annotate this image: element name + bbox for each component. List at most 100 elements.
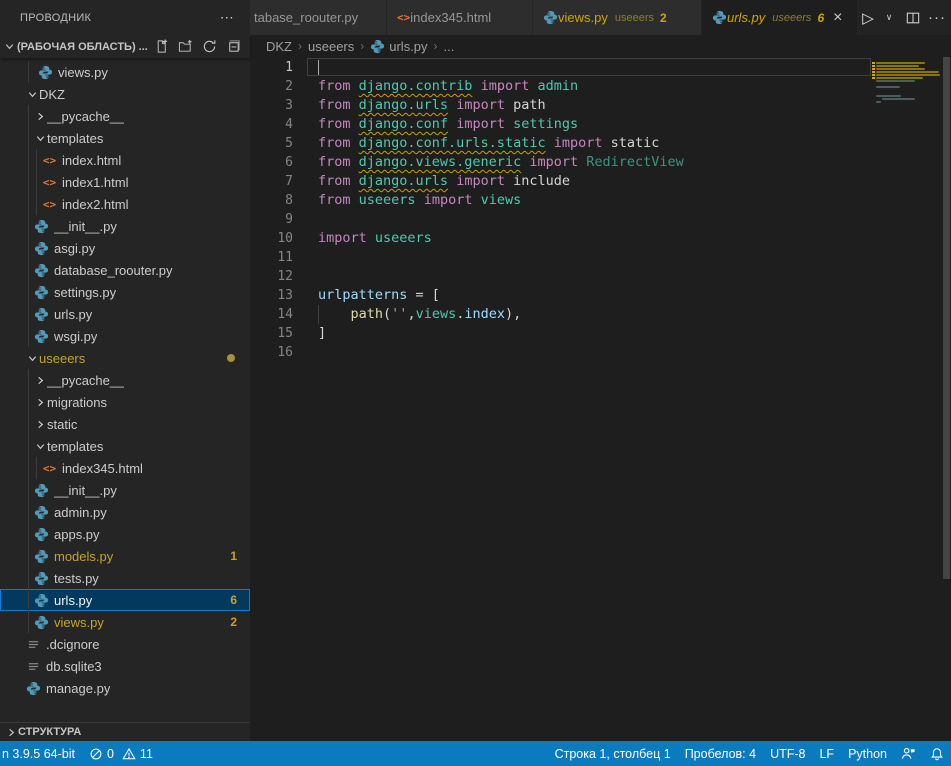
breadcrumb-item-...[interactable]: ... (444, 39, 455, 54)
tree-item-index.html[interactable]: <>index.html (0, 149, 250, 171)
new-folder-icon[interactable] (176, 38, 194, 56)
tree-item-__pycache__[interactable]: __pycache__ (0, 369, 250, 391)
more-actions-icon[interactable]: ··· (927, 6, 947, 30)
tree-item-DKZ[interactable]: DKZ (0, 83, 250, 105)
code-line-10[interactable]: 10import useeers (250, 229, 951, 248)
tree-item-db.sqlite3[interactable]: db.sqlite3 (0, 655, 250, 677)
tree-item-label: manage.py (46, 681, 110, 696)
tab-views.py[interactable]: views.pyuseeers2 (533, 0, 702, 35)
code-line-7[interactable]: 7from django.urls import include (250, 172, 951, 191)
run-button[interactable]: ▷ (858, 6, 878, 30)
status-python-interpreter[interactable]: n 3.9.5 64-bit (0, 741, 82, 766)
tree-item-migrations[interactable]: migrations (0, 391, 250, 413)
breadcrumb-item-useeers[interactable]: useeers (308, 39, 354, 54)
code-line-12[interactable]: 12 (250, 267, 951, 286)
tree-item-views.py[interactable]: views.py2 (0, 611, 250, 633)
outline-section-header[interactable]: СТРУКТУРА (0, 722, 250, 741)
code-line-15[interactable]: 15] (250, 324, 951, 343)
indent-guide (28, 567, 29, 589)
tree-item-admin.py[interactable]: admin.py (0, 501, 250, 523)
tree-item-manage.py[interactable]: manage.py (0, 677, 250, 699)
tree-item-templates[interactable]: templates (0, 435, 250, 457)
status-eol[interactable]: LF (812, 741, 841, 766)
tree-item-__pycache__[interactable]: __pycache__ (0, 105, 250, 127)
line-number: 13 (250, 286, 293, 305)
tree-item-index1.html[interactable]: <>index1.html (0, 171, 250, 193)
file-icon (25, 660, 42, 673)
bell-icon (930, 747, 944, 761)
status-feedback[interactable] (894, 741, 923, 766)
tab-urls.py[interactable]: urls.pyuseeers6× (702, 0, 858, 35)
breadcrumb-item-DKZ[interactable]: DKZ (266, 39, 292, 54)
tree-item-index345.html[interactable]: <>index345.html (0, 457, 250, 479)
line-number: 15 (250, 324, 293, 343)
tree-item-tests.py[interactable]: tests.py (0, 567, 250, 589)
indent-guide (28, 523, 29, 545)
tree-item-urls.py[interactable]: urls.py6 (0, 589, 250, 611)
minimap[interactable] (872, 57, 941, 741)
tree-item-database_roouter.py[interactable]: database_roouter.py (0, 259, 250, 281)
close-icon[interactable]: × (833, 10, 842, 26)
code-line-16[interactable]: 16 (250, 343, 951, 362)
new-file-icon[interactable] (152, 38, 170, 56)
explorer-more-actions-icon[interactable]: ⋯ (214, 9, 240, 26)
code-line-1[interactable]: 1 (250, 58, 951, 77)
status-problems[interactable]: 0 11 (82, 741, 160, 766)
tree-item-static[interactable]: static (0, 413, 250, 435)
tree-item-apps.py[interactable]: apps.py (0, 523, 250, 545)
refresh-icon[interactable] (200, 38, 218, 56)
tree-item-label: __pycache__ (47, 109, 124, 124)
tree-item-asgi.py[interactable]: asgi.py (0, 237, 250, 259)
tree-item-templates[interactable]: templates (0, 127, 250, 149)
editor-scrollbar[interactable] (943, 57, 950, 579)
run-dropdown-icon[interactable]: ∨ (879, 6, 899, 30)
python-file-icon (33, 593, 50, 608)
tree-item-label: tests.py (54, 571, 99, 586)
line-number: 1 (250, 58, 293, 77)
minimap-line (882, 98, 915, 100)
code-editor[interactable]: 1 2from django.contrib import admin 3fro… (250, 57, 951, 741)
tree-item-settings.py[interactable]: settings.py (0, 281, 250, 303)
code-line-5[interactable]: 5from django.conf.urls.static import sta… (250, 134, 951, 153)
code-line-9[interactable]: 9 (250, 210, 951, 229)
indent-guide (28, 413, 29, 435)
collapse-all-icon[interactable] (224, 38, 242, 56)
tree-item-urls.py[interactable]: urls.py (0, 303, 250, 325)
status-language-mode[interactable]: Python (841, 741, 894, 766)
code-line-11[interactable]: 11 (250, 248, 951, 267)
explorer-toolbar (152, 38, 242, 56)
tab-index345.html[interactable]: <>index345.html (387, 0, 533, 35)
status-notifications[interactable] (923, 741, 951, 766)
tree-item-__init__.py[interactable]: __init__.py (0, 215, 250, 237)
split-editor-icon[interactable] (903, 6, 923, 30)
tree-item-__init__.py[interactable]: __init__.py (0, 479, 250, 501)
tree-item-wsgi.py[interactable]: wsgi.py (0, 325, 250, 347)
feedback-icon (901, 746, 916, 761)
tree-item-useeers[interactable]: useeers (0, 347, 250, 369)
code-line-2[interactable]: 2from django.contrib import admin (250, 77, 951, 96)
tree-item-label: __init__.py (54, 219, 117, 234)
chevron-right-icon (33, 397, 47, 408)
tree-item-label: __pycache__ (47, 373, 124, 388)
line-number: 7 (250, 172, 293, 191)
tree-item-label: index.html (62, 153, 121, 168)
status-encoding[interactable]: UTF-8 (763, 741, 812, 766)
tree-item-.dcignore[interactable]: .dcignore (0, 633, 250, 655)
breadcrumb-item-urls.py[interactable]: urls.py (370, 39, 427, 54)
code-line-3[interactable]: 3from django.urls import path (250, 96, 951, 115)
tree-item-models.py[interactable]: models.py1 (0, 545, 250, 567)
code-line-8[interactable]: 8from useeers import views (250, 191, 951, 210)
workspace-section-header[interactable]: (РАБОЧАЯ ОБЛАСТЬ) ... (0, 35, 250, 58)
status-indentation[interactable]: Пробелов: 4 (678, 741, 763, 766)
tab-tabase_roouter.py[interactable]: tabase_roouter.py (250, 0, 387, 35)
tree-item-index2.html[interactable]: <>index2.html (0, 193, 250, 215)
status-cursor-position[interactable]: Строка 1, столбец 1 (548, 741, 678, 766)
code-line-14[interactable]: 14 path('',views.index), (250, 305, 951, 324)
code-line-13[interactable]: 13urlpatterns = [ (250, 286, 951, 305)
tab-description: useeers (772, 12, 811, 24)
tree-item-views.py[interactable]: views.py (0, 61, 250, 83)
python-file-icon (33, 241, 50, 256)
code-line-6[interactable]: 6from django.views.generic import Redire… (250, 153, 951, 172)
code-line-4[interactable]: 4from django.conf import settings (250, 115, 951, 134)
minimap-line (876, 65, 919, 67)
